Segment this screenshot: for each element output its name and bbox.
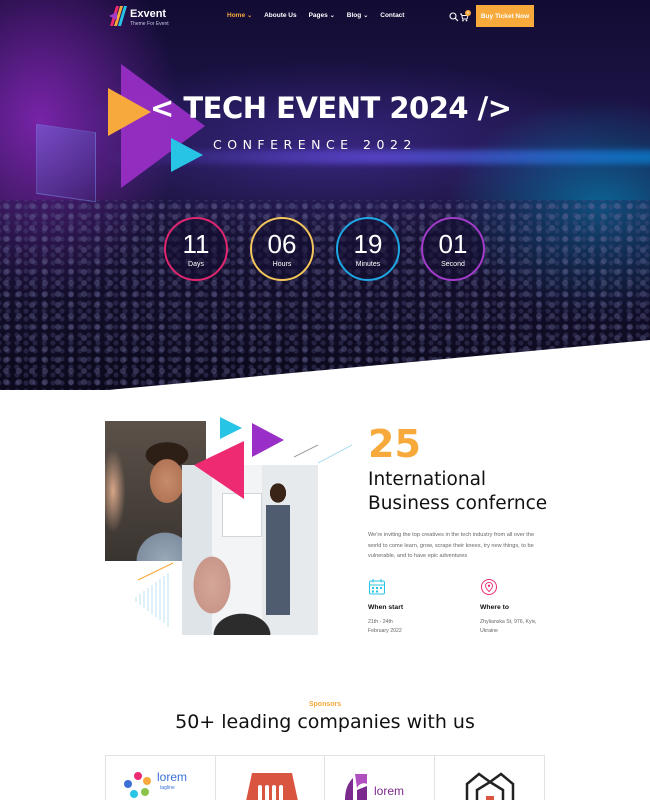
about-shapes-icon xyxy=(135,417,353,627)
countdown-value: 11 xyxy=(182,229,210,259)
chevron-down-icon: ⌄ xyxy=(329,13,335,19)
sponsor-name: lorem xyxy=(157,770,188,784)
cart-count-badge: 0 xyxy=(465,10,471,16)
address-line: Zhylianska St, 976, Kyiv, xyxy=(480,619,537,625)
menu-item-label: Blog xyxy=(346,12,362,19)
countdown-value: 06 xyxy=(267,229,297,259)
search-icon[interactable] xyxy=(449,12,459,22)
sponsors-title: 50+ leading companies with us xyxy=(175,711,475,733)
menu-item-label: Home xyxy=(227,12,246,19)
buy-ticket-button[interactable]: Buy Ticket Now xyxy=(476,5,534,27)
map-pin-icon xyxy=(481,579,497,595)
hero-section: Exvent Theme For Event Home ⌄ Aboute Us P… xyxy=(0,0,650,390)
chevron-down-icon: ⌄ xyxy=(363,13,369,19)
abstract-logo-icon xyxy=(345,774,367,800)
brand-logo[interactable]: Exvent Theme For Event xyxy=(108,4,178,30)
sponsor-logo-4[interactable] xyxy=(435,756,545,800)
hero-title: < TECH EVENT 2024 /> xyxy=(150,91,512,125)
menu-item-label: Contact xyxy=(380,12,405,19)
when-start-line: 21th - 24th xyxy=(368,619,393,625)
when-start-title: When start xyxy=(368,604,404,611)
arch-logo-icon xyxy=(245,773,298,800)
where-to-title: Where to xyxy=(480,604,510,611)
sponsor-logo-1[interactable]: lorem tagline xyxy=(106,756,216,800)
countdown-hours: 06 Hours xyxy=(250,217,314,281)
brand-name: Exvent xyxy=(130,8,167,20)
countdown-label: Minutes xyxy=(355,261,381,268)
menu-item-contact[interactable]: Contact xyxy=(380,12,404,19)
hero-subtitle: CONFERENCE 2022 xyxy=(213,137,417,152)
about-title-line: International xyxy=(368,469,487,490)
countdown-minutes: 19 Minutes xyxy=(336,217,400,281)
sponsor-logo-3[interactable]: lorem xyxy=(325,756,435,800)
countdown-label: Hours xyxy=(272,261,292,268)
menu-item-about[interactable]: Aboute Us xyxy=(264,12,297,19)
sponsor-name: lorem xyxy=(374,784,405,798)
stage-screen xyxy=(36,123,96,203)
about-number: 25 xyxy=(368,422,421,466)
flower-logo-icon xyxy=(124,772,151,798)
address-line: Ukraine xyxy=(480,628,498,634)
menu-item-label: Aboute Us xyxy=(264,12,297,19)
countdown-label: Second xyxy=(441,261,465,268)
logo-mark-icon xyxy=(109,6,127,26)
about-title: International Business confernce xyxy=(368,468,568,516)
triangle-decoration-icon xyxy=(108,64,205,188)
countdown-value: 19 xyxy=(353,229,383,259)
countdown-value: 01 xyxy=(438,229,468,259)
about-description: We're inviting the top creatives in the … xyxy=(368,532,535,559)
brand-tagline: Theme For Event xyxy=(130,21,169,27)
about-title-line: Business confernce xyxy=(368,493,548,514)
sponsors-kicker: Sponsors xyxy=(308,701,342,708)
menu-item-label: Pages xyxy=(308,12,328,19)
where-to-address: Zhylianska St, 976, Kyiv, Ukraine xyxy=(480,618,560,636)
menu-item-blog[interactable]: Blog ⌄ xyxy=(347,12,368,19)
countdown-label: Days xyxy=(188,261,204,268)
countdown-days: 11 Days xyxy=(164,217,228,281)
sponsor-logo-2[interactable] xyxy=(216,756,325,800)
sponsor-tagline: tagline xyxy=(160,785,175,791)
sponsor-logos: lorem tagline lorem xyxy=(105,755,545,800)
when-start-line: February 2022 xyxy=(368,628,402,634)
countdown-seconds: 01 Second xyxy=(421,217,485,281)
calendar-icon xyxy=(369,579,385,595)
navbar: Exvent Theme For Event Home ⌄ Aboute Us P… xyxy=(0,0,650,34)
menu-item-pages[interactable]: Pages ⌄ xyxy=(309,12,335,19)
house-logo-icon xyxy=(465,772,514,800)
main-menu: Home ⌄ Aboute Us Pages ⌄ Blog ⌄ Contact xyxy=(227,12,416,19)
menu-item-home[interactable]: Home ⌄ xyxy=(227,12,252,19)
when-start-dates: 21th - 24th February 2022 xyxy=(368,618,448,636)
chevron-down-icon: ⌄ xyxy=(247,13,253,19)
